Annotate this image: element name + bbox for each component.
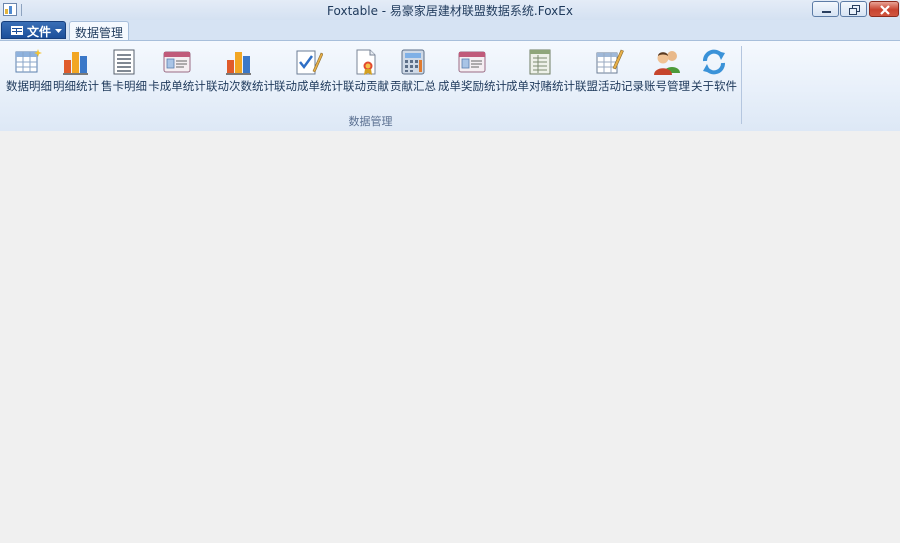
ribbon-button-about-software[interactable]: 关于软件 [691,44,737,104]
ribbon-button-alliance-activity-log[interactable]: 联盟活动记录 [575,44,644,104]
tab-data-management[interactable]: 数据管理 [69,21,129,41]
ribbon-button-label: 卡成单统计 [148,79,206,93]
minimize-icon [822,11,831,13]
ribbon-button-label: 联盟活动记录 [575,79,644,93]
users-icon [654,51,680,75]
ledger-icon [529,49,551,75]
ribbon-button-card-sales-detail[interactable]: 售卡明细 [100,44,148,104]
minimize-button[interactable] [812,1,839,17]
ribbon-button-linkage-count-stats[interactable]: 联动次数统计 [206,44,275,104]
table-edit-icon [596,49,624,74]
ribbon-button-label: 数据明细 [6,79,52,93]
ribbon-group-label: 数据管理 [348,115,393,128]
certificate-icon [356,49,376,75]
file-menu-icon [11,26,23,35]
restore-icon [849,5,860,15]
ribbon-button-order-bet-stats[interactable]: 成单对赌统计 [506,44,575,104]
ribbon-button-linkage-contribution[interactable]: 联动贡献 [343,44,389,104]
close-icon [880,5,890,15]
close-button[interactable] [869,1,899,17]
checklist-pen-icon [296,50,323,75]
ribbon-button-label: 关于软件 [691,79,737,93]
ribbon-button-card-order-stats[interactable]: 卡成单统计 [148,44,206,104]
maximize-button[interactable] [840,1,867,17]
ribbon-button-detail-stats[interactable]: 明细统计 [53,44,99,104]
ribbon-button-label: 账号管理 [644,79,690,93]
ribbon-button-account-management[interactable]: 账号管理 [644,44,690,104]
file-menu-label: 文件 [27,25,52,39]
list-icon [113,49,135,75]
file-menu-button[interactable]: 文件 [1,21,66,39]
ribbon-button-label: 贡献汇总 [390,79,436,93]
table-new-icon [15,49,42,73]
ribbon-button-linkage-order-stats[interactable]: 联动成单统计 [274,44,343,104]
ribbon-button-contribution-summary[interactable]: 贡献汇总 [390,44,436,104]
chevron-down-icon [55,29,62,33]
ribbon-button-data-detail[interactable]: 数据明细 [6,44,52,104]
calculator-icon [401,49,425,75]
ribbon-button-label: 联动次数统计 [206,79,275,93]
ribbon-button-label: 明细统计 [53,79,99,93]
ribbon-group-separator [741,46,742,124]
bar-chart-icon [63,52,88,75]
refresh-icon [703,49,725,75]
ribbon-button-label: 成单对赌统计 [506,79,575,93]
id-card-icon [458,51,486,73]
ribbon-button-label: 联动贡献 [343,79,389,93]
main-workspace [0,131,900,543]
window-title: Foxtable - 易豪家居建材联盟数据系统.FoxEx [327,4,573,18]
title-bar: Foxtable - 易豪家居建材联盟数据系统.FoxEx [0,0,900,21]
ribbon-button-label: 联动成单统计 [274,79,343,93]
bar-chart-icon [226,52,251,75]
ribbon-button-label: 售卡明细 [101,79,147,93]
ribbon-button-label: 成单奖励统计 [438,79,507,93]
ribbon-button-order-reward-stats[interactable]: 成单奖励统计 [438,44,507,104]
id-card-icon [163,51,191,73]
ribbon-tab-row [0,20,900,41]
